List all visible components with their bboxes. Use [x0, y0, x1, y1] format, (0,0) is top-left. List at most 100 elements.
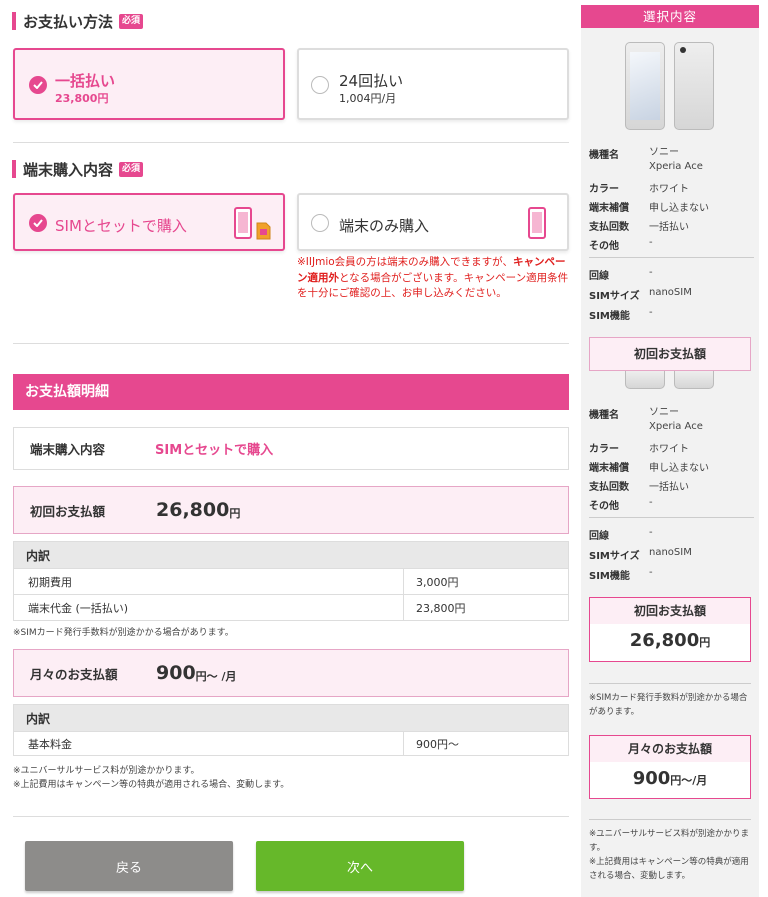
- sidebar-fee-notes: ※ユニバーサルサービス料が別途かかります。 ※上記費用はキャンペーン等の特典が適…: [589, 827, 754, 883]
- spec-row: 機種名 ソニー Xperia Ace: [589, 146, 754, 180]
- breakdown-header: 内訳: [14, 542, 568, 568]
- sim-fee-note: ※SIMカード発行手数料が別途かかる場合があります。: [13, 628, 234, 638]
- back-button[interactable]: 戻る: [25, 841, 233, 891]
- spec-value: 一括払い: [649, 222, 689, 233]
- spec-value: Xperia Ace: [649, 421, 703, 432]
- spec-row: SIM機能 -: [589, 567, 754, 587]
- purchase-option-sim-set[interactable]: SIMとセットで購入: [13, 193, 285, 251]
- option-price: 1,004円/月: [339, 92, 397, 105]
- spec-value: ソニー: [649, 147, 679, 158]
- spec-label: 端末補償: [589, 463, 629, 474]
- monthly-unit: 円～/月: [670, 774, 708, 787]
- phone-back-image: [674, 371, 714, 389]
- spec-label: 機種名: [589, 410, 619, 421]
- yen-unit: 円: [699, 636, 711, 649]
- spec-label: 回線: [589, 271, 609, 282]
- sidebar-monthly-label: 月々のお支払額: [590, 736, 750, 762]
- spec-value: 申し込まない: [649, 203, 709, 214]
- spec-value: -: [649, 567, 653, 578]
- phone-front-image: [625, 42, 665, 130]
- next-button[interactable]: 次へ: [256, 841, 464, 891]
- table-row: 端末代金 (一括払い) 23,800円: [14, 594, 568, 620]
- spec-label: その他: [589, 501, 619, 512]
- monthly-payment-amount: 900: [156, 662, 196, 684]
- divider: [589, 683, 751, 684]
- spec-label: SIMサイズ: [589, 551, 640, 562]
- spec-value: -: [649, 267, 653, 278]
- spec-label: 支払回数: [589, 222, 629, 233]
- breakdown-header: 内訳: [14, 705, 568, 731]
- spec-row: 支払回数 一括払い: [589, 478, 754, 497]
- spec-label: 回線: [589, 531, 609, 542]
- spec-row: カラー ホワイト: [589, 180, 754, 199]
- divider: [13, 343, 569, 344]
- initial-breakdown-table: 内訳 初期費用 3,000円 端末代金 (一括払い) 23,800円: [13, 541, 569, 621]
- sidebar-initial-payment-box: 初回お支払額 26,800円: [589, 597, 751, 662]
- spec-value: -: [649, 497, 653, 508]
- payment-title-text: お支払い方法: [23, 12, 114, 31]
- spec-value: -: [649, 307, 653, 318]
- purchase-section-title: 端末購入内容 必須: [12, 160, 144, 179]
- row-value: 3,000円: [416, 575, 459, 589]
- spec-value: -: [649, 527, 653, 538]
- spec-row: その他 -: [589, 237, 754, 252]
- phone-back-image: [674, 42, 714, 130]
- sticky-initial-payment-header: 初回お支払額: [589, 337, 751, 371]
- option-label: 24回払い: [339, 72, 404, 90]
- option-label: 端末のみ購入: [339, 217, 430, 235]
- check-icon: [29, 214, 47, 232]
- spec-row: 支払回数 一括払い: [589, 218, 754, 237]
- option-label: 一括払い: [55, 72, 116, 90]
- note-line: ※上記費用はキャンペーン等の特典が適用される場合、変動します。: [13, 780, 290, 790]
- spec-row: SIMサイズ nanoSIM: [589, 287, 754, 307]
- sidebar-title: 選択内容: [581, 5, 759, 28]
- spec-label: 端末補償: [589, 203, 629, 214]
- yen-unit: 円: [229, 506, 241, 520]
- row-value: 900円～: [416, 737, 459, 751]
- warning-text: ※IIJmio会員の方は端末のみ購入できますが、: [297, 256, 513, 268]
- table-row: 基本料金 900円～: [14, 731, 568, 755]
- table-row: 初期費用 3,000円: [14, 568, 568, 594]
- note-line: ※ユニバーサルサービス料が別途かかります。: [589, 829, 749, 853]
- phone-icon: [528, 207, 546, 239]
- spec-label: SIMサイズ: [589, 291, 640, 302]
- monthly-breakdown-table: 内訳 基本料金 900円～: [13, 704, 569, 756]
- sidebar-monthly-amount: 900: [632, 768, 671, 789]
- purchase-summary-row: 端末購入内容 SIMとセットで購入: [13, 427, 569, 470]
- purchase-option-device-only[interactable]: 端末のみ購入: [297, 193, 569, 251]
- spec-value: -: [649, 237, 653, 248]
- sidebar-sim-note: ※SIMカード発行手数料が別途かかる場合があります。: [589, 693, 748, 717]
- purchase-title-text: 端末購入内容: [23, 160, 114, 179]
- payment-detail-header: お支払額明細: [13, 374, 569, 410]
- payment-option-24-installments[interactable]: 24回払い 1,004円/月: [297, 48, 569, 120]
- radio-icon: [311, 214, 329, 232]
- spec-row: 機種名 ソニー Xperia Ace: [589, 406, 754, 440]
- divider: [13, 142, 569, 143]
- spec-row: カラー ホワイト: [589, 440, 754, 459]
- spec-label: カラー: [589, 184, 619, 195]
- divider: [13, 816, 569, 817]
- sidebar-initial-amount: 26,800: [629, 630, 700, 651]
- required-badge: 必須: [119, 161, 144, 177]
- spec-value: ホワイト: [649, 184, 689, 195]
- spec-label: SIM機能: [589, 311, 630, 322]
- row-name: 端末代金 (一括払い): [14, 595, 404, 620]
- purchase-summary-value: SIMとセットで購入: [155, 443, 274, 458]
- spec-list: 機種名 ソニー Xperia Ace カラー ホワイト 端末補償 申し込まない 支払回…: [589, 406, 754, 587]
- spec-row: SIMサイズ nanoSIM: [589, 547, 754, 567]
- spec-value: Xperia Ace: [649, 161, 703, 172]
- spec-value: ソニー: [649, 407, 679, 418]
- spec-value: 申し込まない: [649, 463, 709, 474]
- payment-option-lump-sum[interactable]: 一括払い 23,800円: [13, 48, 285, 120]
- spec-row: 回線 -: [589, 267, 754, 287]
- row-value: 23,800円: [416, 601, 466, 615]
- device-only-warning: ※IIJmio会員の方は端末のみ購入できますが、キャンペーン適用外となる場合がご…: [297, 255, 571, 302]
- monthly-payment-box: 月々のお支払額 900 円～ /月: [13, 649, 569, 697]
- sidebar-initial-label: 初回お支払額: [590, 598, 750, 624]
- spec-row: 端末補償 申し込まない: [589, 199, 754, 218]
- payment-section-title: お支払い方法 必須: [12, 12, 144, 31]
- spec-label: SIM機能: [589, 571, 630, 582]
- spec-value: nanoSIM: [649, 287, 692, 298]
- spec-label: その他: [589, 241, 619, 252]
- row-name: 基本料金: [14, 732, 404, 755]
